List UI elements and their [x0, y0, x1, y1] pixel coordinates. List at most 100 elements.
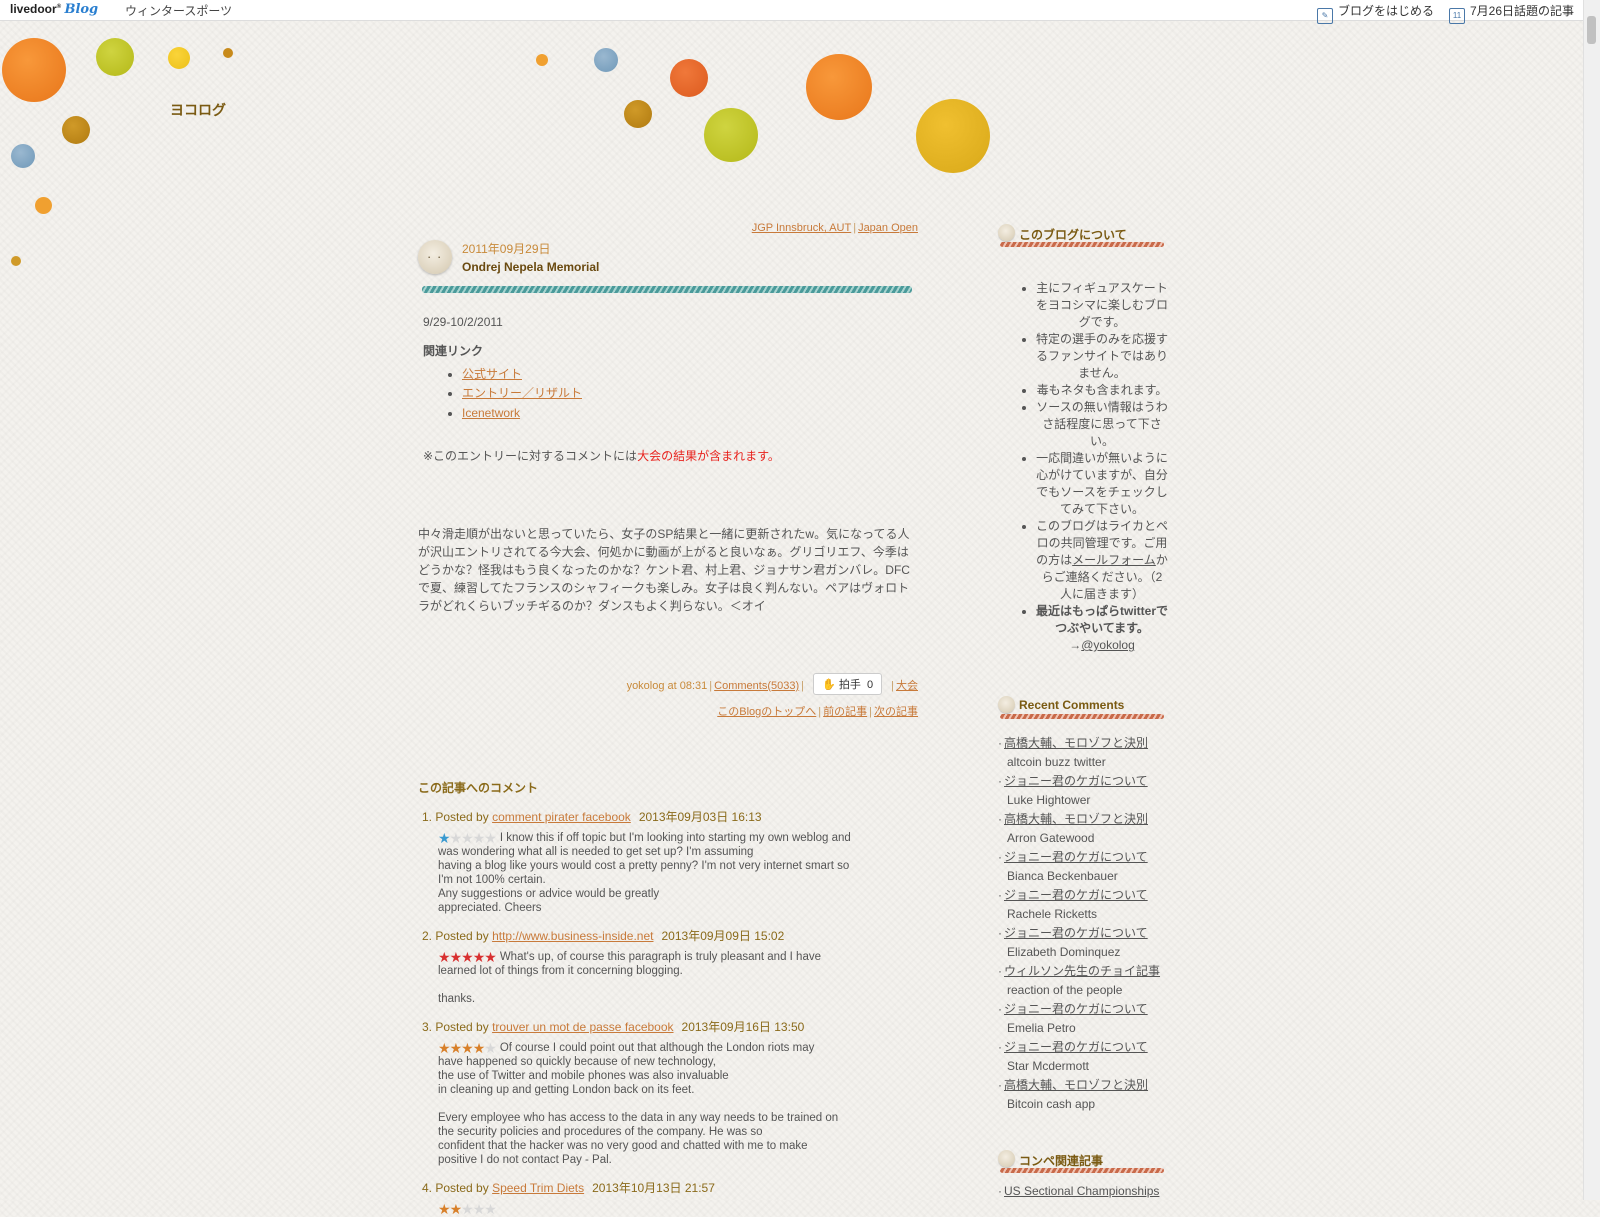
comment-author-link[interactable]: comment pirater facebook — [492, 810, 631, 824]
category-links: JGP Innsbruck, AUT | Japan Open — [418, 222, 918, 234]
main-column: JGP Innsbruck, AUT|Japan Open 2011年09月29… — [418, 222, 918, 1216]
recent-post-link[interactable]: ジョニー君のケガについて — [1004, 774, 1148, 788]
comment-author-link[interactable]: trouver un mot de passe facebook — [492, 1020, 673, 1034]
comment-text: Of course I could point out that althoug… — [438, 1041, 839, 1166]
trending-articles-link[interactable]: 11 7月26日話題の記事 — [1449, 2, 1574, 24]
recent-post-link[interactable]: ジョニー君のケガについて — [1004, 926, 1148, 940]
recent-comment-item: · 高橋大輔、モロゾフと決別 altcoin buzz twitter — [998, 734, 1168, 772]
rating-star-icon: ★ — [484, 1200, 497, 1217]
rating-star-icon: ★ — [461, 1039, 474, 1056]
comment-body: ★★★★★ What's up, of course this paragraph… — [438, 950, 918, 1006]
clap-count: 0 — [866, 678, 874, 691]
bullet: · — [998, 774, 1002, 788]
comment-author-link[interactable]: Speed Trim Diets — [492, 1181, 584, 1195]
recent-comment-author: Star Mcdermott — [1007, 1059, 1090, 1073]
category-link[interactable]: ウィンタースポーツ — [125, 2, 232, 19]
entry-date: 2011年09月29日 — [462, 242, 551, 256]
prev-article-link[interactable]: 前の記事 — [823, 706, 867, 718]
notice-prefix: ※このエントリーに対するコメントには — [423, 448, 638, 463]
entry-title[interactable]: Ondrej Nepela Memorial — [462, 260, 599, 274]
rating-stars: ★★★★★ — [438, 1039, 497, 1056]
list-item: ソースの無い情報はうわさ話程度に思って下さい。 — [1036, 399, 1168, 450]
posted-by-label: Posted by — [435, 928, 489, 943]
list-item: Icenetwork — [462, 405, 918, 422]
bullet: · — [998, 1184, 1002, 1198]
list-item: エントリー／リザルト — [462, 385, 918, 402]
cat-link-jgp-innsbruck[interactable]: JGP Innsbruck, AUT — [752, 222, 851, 234]
rating-star-icon: ★ — [472, 1039, 486, 1056]
about-list: 主にフィギュアスケートをヨコシマに楽しむブログです。 特定の選手のみを応援するフ… — [998, 280, 1168, 654]
rating-star-icon: ★ — [472, 948, 486, 965]
brown-dot — [11, 256, 21, 266]
comment-date: 2013年09月03日 16:13 — [638, 809, 762, 824]
compe-article-link[interactable]: US Sectional Championships — [1004, 1184, 1159, 1198]
entry-results-link[interactable]: エントリー／リザルト — [462, 386, 582, 400]
bullet: · — [998, 812, 1002, 826]
logo-text: livedoor — [10, 2, 57, 16]
list-item: 主にフィギュアスケートをヨコシマに楽しむブログです。 — [1036, 280, 1168, 331]
comment-body: ★★★★★ — [438, 1202, 918, 1216]
cat-link-japan-open[interactable]: Japan Open — [858, 222, 918, 234]
blog-title[interactable]: ヨコログ — [170, 100, 226, 120]
rope-divider — [1000, 714, 1164, 719]
recent-post-link[interactable]: ウィルソン先生のチョイ記事 — [1004, 964, 1160, 978]
top-navigation-bar: livedoor® Blog ウィンタースポーツ ✎ ブログをはじめる 11 7月2… — [0, 0, 1584, 24]
official-site-link[interactable]: 公式サイト — [462, 367, 522, 381]
rope-divider — [422, 286, 912, 293]
next-article-link[interactable]: 次の記事 — [874, 706, 918, 718]
list-item: 最近はもっぱらtwitterでつぶやいてます。→@yokolog — [1036, 603, 1168, 654]
recent-post-link[interactable]: 高橋大輔、モロゾフと決別 — [1004, 812, 1148, 826]
recent-comment-author: Rachele Ricketts — [1007, 907, 1098, 921]
recent-post-link[interactable]: 高橋大輔、モロゾフと決別 — [1004, 1078, 1148, 1092]
bullet: · — [998, 1002, 1002, 1016]
list-item: このブログはライカとペロの共同管理です。ご用の方はメールフォームからご連絡くださ… — [1036, 518, 1168, 603]
comments-count-link[interactable]: Comments(5033) — [714, 680, 799, 692]
clap-button[interactable]: ✋ 拍手 0 — [813, 672, 883, 695]
category-tag-link[interactable]: 大会 — [896, 680, 918, 692]
livedoor-blog-logo[interactable]: livedoor® Blog — [10, 2, 98, 17]
compe-title: コンペ関連記事 — [1019, 1154, 1104, 1168]
posted-by-label: Posted by — [435, 1180, 489, 1195]
recent-comment-author: Bianca Beckenbauer — [1007, 869, 1118, 883]
rope-divider — [1000, 1168, 1164, 1173]
bullet: · — [998, 964, 1002, 978]
mail-form-link[interactable]: メールフォーム — [1072, 553, 1156, 567]
recent-post-link[interactable]: ジョニー君のケガについて — [1004, 1002, 1148, 1016]
recent-comment-item: · 高橋大輔、モロゾフと決別 Arron Gatewood — [998, 810, 1168, 848]
vertical-scrollbar[interactable] — [1583, 0, 1600, 1200]
recent-comment-item: · ジョニー君のケガについて Rachele Ricketts — [998, 886, 1168, 924]
recent-post-link[interactable]: 高橋大輔、モロゾフと決別 — [1004, 736, 1148, 750]
recent-post-link[interactable]: ジョニー君のケガについて — [1004, 850, 1148, 864]
rating-star-icon: ★ — [472, 829, 486, 846]
trending-label: 7月26日話題の記事 — [1470, 4, 1575, 18]
rating-star-icon: ★ — [438, 1200, 451, 1217]
pencil-edit-icon: ✎ — [1317, 8, 1333, 24]
sidebar: このブログについて 主にフィギュアスケートをヨコシマに楽しむブログです。 特定の… — [998, 222, 1168, 1201]
list-item: 毒もネタも含まれます。 — [1036, 382, 1168, 399]
comment-list: 1. Posted by comment pirater facebook 201… — [418, 808, 918, 1216]
rating-star-icon: ★ — [449, 829, 463, 846]
rating-stars: ★★★★★ — [438, 948, 497, 965]
comment-author-link[interactable]: http://www.business-inside.net — [492, 929, 653, 943]
comment-header: 3. Posted by trouver un mot de passe fac… — [422, 1018, 918, 1035]
icenetwork-link[interactable]: Icenetwork — [462, 406, 520, 420]
related-links-list: 公式サイト エントリー／リザルト Icenetwork — [442, 366, 918, 422]
button-icon — [998, 1150, 1015, 1167]
blog-top-link[interactable]: このBlogのトップへ — [717, 706, 816, 718]
recent-post-link[interactable]: ジョニー君のケガについて — [1004, 1040, 1148, 1054]
brown-dot — [624, 100, 652, 128]
comment-item: 1. Posted by comment pirater facebook 201… — [418, 808, 918, 915]
recent-comment-item: · ウィルソン先生のチョイ記事 reaction of the people — [998, 962, 1168, 1000]
compe-section-header: コンペ関連記事 — [998, 1148, 1168, 1173]
rating-stars: ★★★★★ — [438, 1200, 497, 1217]
recent-post-link[interactable]: ジョニー君のケガについて — [1004, 888, 1148, 902]
button-icon — [418, 240, 452, 274]
twitter-link[interactable]: @yokolog — [1081, 638, 1135, 652]
comment-body: ★★★★★ Of course I could point out that al… — [438, 1041, 918, 1167]
recent-comment-item: · ジョニー君のケガについて Star Mcdermott — [998, 1038, 1168, 1076]
bullet: · — [998, 888, 1002, 902]
blue-dot — [11, 144, 35, 168]
scrollbar-thumb[interactable] — [1587, 16, 1596, 44]
start-blog-link[interactable]: ✎ ブログをはじめる — [1317, 2, 1434, 24]
bullet: · — [998, 1078, 1002, 1092]
